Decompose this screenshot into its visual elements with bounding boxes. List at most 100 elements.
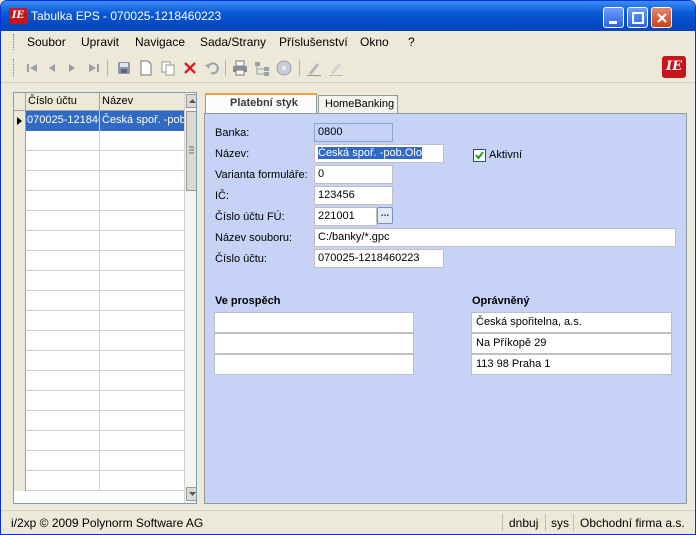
- menu-sada-strany[interactable]: Sada/Strany: [200, 35, 266, 49]
- table-row[interactable]: [14, 231, 184, 251]
- soubor-field[interactable]: C:/banky/*.gpc: [314, 228, 676, 247]
- edit-icon[interactable]: [305, 59, 323, 77]
- next-record-icon[interactable]: [63, 59, 81, 77]
- print-icon[interactable]: [231, 59, 249, 77]
- ve-prospech-line-1[interactable]: [214, 312, 414, 333]
- cell-account[interactable]: [26, 451, 100, 471]
- cell-name[interactable]: [100, 451, 184, 471]
- menu-okno[interactable]: Okno: [360, 35, 389, 49]
- table-row[interactable]: [14, 131, 184, 151]
- table-row[interactable]: [14, 391, 184, 411]
- maximize-button[interactable]: [627, 7, 648, 28]
- cell-name[interactable]: [100, 351, 184, 371]
- cell-name[interactable]: [100, 151, 184, 171]
- table-row[interactable]: [14, 371, 184, 391]
- cell-account[interactable]: [26, 311, 100, 331]
- cell-account[interactable]: [26, 431, 100, 451]
- cell-account[interactable]: [26, 131, 100, 151]
- cell-name[interactable]: [100, 371, 184, 391]
- column-header-name[interactable]: Název: [102, 95, 133, 107]
- table-row[interactable]: [14, 251, 184, 271]
- undo-icon[interactable]: [203, 59, 221, 77]
- cell-name[interactable]: Česká spoř. -pob.Olo: [100, 111, 184, 131]
- table-row[interactable]: [14, 471, 184, 491]
- ic-field[interactable]: 123456: [314, 186, 393, 205]
- cell-account[interactable]: [26, 151, 100, 171]
- cell-name[interactable]: [100, 131, 184, 151]
- cell-name[interactable]: [100, 431, 184, 451]
- cell-account[interactable]: [26, 211, 100, 231]
- nazev-field[interactable]: Česká spoř. -pob.Olo: [314, 144, 444, 163]
- cell-name[interactable]: [100, 191, 184, 211]
- grid-scrollbar[interactable]: [184, 93, 196, 503]
- banka-field[interactable]: 0800: [314, 123, 393, 142]
- cell-name[interactable]: [100, 331, 184, 351]
- table-row[interactable]: [14, 151, 184, 171]
- cell-account[interactable]: [26, 171, 100, 191]
- cell-account[interactable]: [26, 391, 100, 411]
- cell-name[interactable]: [100, 471, 184, 491]
- table-row[interactable]: [14, 331, 184, 351]
- table-row[interactable]: [14, 431, 184, 451]
- ucet-fu-browse-button[interactable]: ...: [377, 207, 393, 224]
- aktivni-checkbox[interactable]: [473, 149, 486, 162]
- menu-prislusenstvi[interactable]: Příslušenství: [279, 35, 348, 49]
- opravneny-line-3[interactable]: 113 98 Praha 1: [471, 354, 672, 375]
- table-row[interactable]: [14, 291, 184, 311]
- cell-account[interactable]: [26, 371, 100, 391]
- ve-prospech-line-2[interactable]: [214, 333, 414, 354]
- cell-name[interactable]: [100, 211, 184, 231]
- cell-account[interactable]: [26, 271, 100, 291]
- table-row[interactable]: [14, 191, 184, 211]
- cell-name[interactable]: [100, 391, 184, 411]
- tree-icon[interactable]: [253, 59, 271, 77]
- title-bar[interactable]: IE Tabulka EPS - 070025-1218460223: [1, 1, 695, 31]
- column-header-account[interactable]: Číslo účtu: [28, 95, 77, 107]
- ucet-fu-field[interactable]: 221001: [314, 207, 377, 226]
- table-row[interactable]: 070025-1218460223 Česká spoř. -pob.Olo: [14, 111, 184, 131]
- scroll-up-button[interactable]: [186, 94, 196, 108]
- scroll-thumb[interactable]: [186, 111, 196, 191]
- cell-account[interactable]: 070025-1218460223: [26, 111, 100, 131]
- table-row[interactable]: [14, 211, 184, 231]
- table-row[interactable]: [14, 271, 184, 291]
- cell-name[interactable]: [100, 171, 184, 191]
- edit-disabled-icon[interactable]: [327, 59, 345, 77]
- table-row[interactable]: [14, 311, 184, 331]
- menu-upravit[interactable]: Upravit: [81, 35, 119, 49]
- save-icon[interactable]: [115, 59, 133, 77]
- ve-prospech-line-3[interactable]: [214, 354, 414, 375]
- prev-record-icon[interactable]: [43, 59, 61, 77]
- new-icon[interactable]: [137, 59, 155, 77]
- cell-name[interactable]: [100, 311, 184, 331]
- table-row[interactable]: [14, 171, 184, 191]
- cell-account[interactable]: [26, 191, 100, 211]
- cell-account[interactable]: [26, 351, 100, 371]
- opravneny-line-2[interactable]: Na Příkopě 29: [471, 333, 672, 354]
- cell-name[interactable]: [100, 231, 184, 251]
- cell-name[interactable]: [100, 251, 184, 271]
- first-record-icon[interactable]: [23, 59, 41, 77]
- copy-icon[interactable]: [159, 59, 177, 77]
- cell-account[interactable]: [26, 471, 100, 491]
- cell-account[interactable]: [26, 231, 100, 251]
- varianta-field[interactable]: 0: [314, 165, 393, 184]
- opravneny-line-1[interactable]: Česká spořitelna, a.s.: [471, 312, 672, 333]
- cell-name[interactable]: [100, 271, 184, 291]
- menu-help[interactable]: ?: [408, 35, 415, 49]
- menu-soubor[interactable]: Soubor: [27, 35, 66, 49]
- ucet-field[interactable]: 070025-1218460223: [314, 249, 444, 268]
- table-row[interactable]: [14, 411, 184, 431]
- minimize-button[interactable]: [603, 7, 624, 28]
- table-row[interactable]: [14, 351, 184, 371]
- last-record-icon[interactable]: [85, 59, 103, 77]
- cell-name[interactable]: [100, 411, 184, 431]
- cell-account[interactable]: [26, 411, 100, 431]
- cell-name[interactable]: [100, 291, 184, 311]
- table-row[interactable]: [14, 451, 184, 471]
- delete-icon[interactable]: [181, 59, 199, 77]
- tab-homebanking[interactable]: HomeBanking: [318, 95, 398, 114]
- disk-icon[interactable]: [275, 59, 293, 77]
- close-button[interactable]: [651, 7, 672, 28]
- cell-account[interactable]: [26, 251, 100, 271]
